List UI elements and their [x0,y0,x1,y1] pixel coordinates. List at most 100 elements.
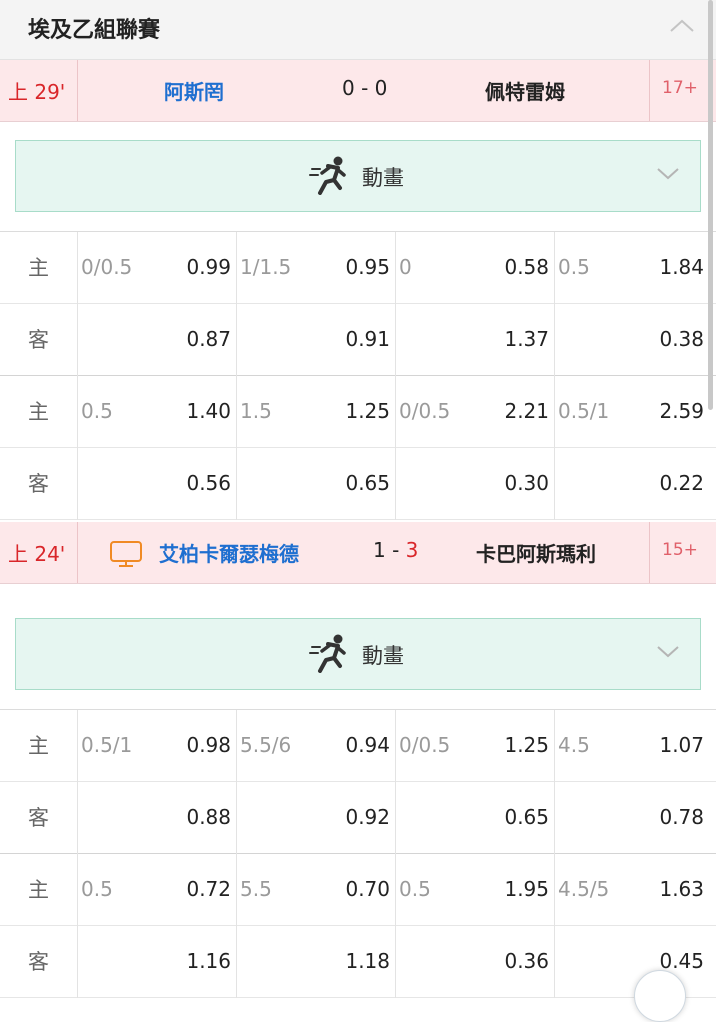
score-away: 0 [374,76,388,100]
odds-cell[interactable]: 0.56 [78,448,237,520]
odds-cell[interactable]: 0.5 1.84 [555,232,714,304]
odds-cell[interactable]: 1.16 [78,926,237,998]
odds-cell[interactable]: 0.22 [555,448,714,520]
chevron-down-icon[interactable] [656,167,680,181]
odds-row-away: 客 1.16 1.18 0.36 0.45 [0,926,716,998]
animation-label: 動畫 [362,644,404,668]
divider [649,60,650,121]
handicap: 0/0.5 [399,399,451,423]
home-label: 主 [0,232,78,304]
handicap: 5.5 [240,877,272,901]
odds-cell[interactable]: 1.18 [237,926,396,998]
odds-cell[interactable]: 0 0.58 [396,232,555,304]
divider [649,522,650,583]
odds-cell[interactable]: 4.5 1.07 [555,710,714,782]
match-row[interactable]: 上 29' 阿斯罔 0 - 0 佩特雷姆 17+ [0,60,716,122]
chevron-up-icon[interactable] [668,16,696,36]
odds-value: 2.21 [504,399,549,423]
handicap: 1/1.5 [240,255,292,279]
odds-value: 1.95 [504,877,549,901]
odds-cell[interactable]: 0.78 [555,782,714,854]
more-markets-count[interactable]: 15+ [662,540,698,560]
chevron-down-icon[interactable] [656,645,680,659]
league-header[interactable]: 埃及乙組聯賽 [0,0,716,60]
odds-cell[interactable]: 0.38 [555,304,714,376]
home-team[interactable]: 阿斯罔 [164,76,224,105]
odds-cell[interactable]: 0.5 0.72 [78,854,237,926]
odds-value: 0.65 [504,805,549,829]
animation-toggle[interactable]: 動畫 [15,140,701,212]
score-home: 0 [342,76,355,100]
away-label: 客 [0,304,78,376]
odds-value: 1.40 [186,399,231,423]
odds-cell[interactable]: 1.37 [396,304,555,376]
odds-cell[interactable]: 5.5/6 0.94 [237,710,396,782]
handicap: 0.5 [558,255,590,279]
match-row[interactable]: 上 24' 艾柏卡爾瑟梅德 1 - 3 卡巴阿斯瑪利 15+ [0,522,716,584]
odds-cell[interactable]: 0/0.5 1.25 [396,710,555,782]
divider [77,60,78,121]
away-team[interactable]: 卡巴阿斯瑪利 [476,538,596,567]
odds-cell[interactable]: 0/0.5 2.21 [396,376,555,448]
odds-cell[interactable]: 5.5 0.70 [237,854,396,926]
odds-cell[interactable]: 0.5 1.95 [396,854,555,926]
odds-cell[interactable]: 1.5 1.25 [237,376,396,448]
handicap: 4.5/5 [558,877,610,901]
odds-cell[interactable]: 0.92 [237,782,396,854]
odds-cell[interactable]: 0.87 [78,304,237,376]
odds-cell[interactable]: 0.5/1 0.98 [78,710,237,782]
score-away: 3 [405,538,419,562]
odds-cell[interactable]: 0.91 [237,304,396,376]
odds-value: 0.58 [504,255,549,279]
odds-cell[interactable]: 0.88 [78,782,237,854]
odds-row-home: 主 0.5 0.72 5.5 0.70 0.5 1.95 4.5/5 1.63 [0,854,716,926]
odds-value: 1.25 [345,399,390,423]
divider [77,522,78,583]
odds-value: 0.94 [345,733,390,757]
odds-row-home: 主 0.5 1.40 1.5 1.25 0/0.5 2.21 0.5/1 2.59 [0,376,716,448]
match-time: 上 24' [8,542,66,566]
odds-cell[interactable]: 0.5/1 2.59 [555,376,714,448]
odds-cell[interactable]: 4.5/5 1.63 [555,854,714,926]
handicap: 0/0.5 [81,255,133,279]
handicap: 4.5 [558,733,590,757]
more-markets-count[interactable]: 17+ [662,78,698,98]
home-team[interactable]: 艾柏卡爾瑟梅德 [159,538,299,567]
odds-value: 0.98 [186,733,231,757]
odds-value: 0.70 [345,877,390,901]
score-separator: - [385,538,406,562]
odds-value: 0.56 [186,471,231,495]
score: 0 - 0 [342,76,387,100]
scroll-top-button[interactable] [634,970,686,1022]
odds-cell[interactable]: 0.30 [396,448,555,520]
animation-toggle[interactable]: 動畫 [15,618,701,690]
odds-cell[interactable]: 0/0.5 0.99 [78,232,237,304]
odds-value: 1.07 [659,733,704,757]
odds-value: 0.92 [345,805,390,829]
odds-cell[interactable]: 1/1.5 0.95 [237,232,396,304]
odds-cell[interactable]: 0.65 [237,448,396,520]
tv-icon[interactable] [109,540,143,568]
away-team[interactable]: 佩特雷姆 [485,76,565,105]
odds-table: 主 0/0.5 0.99 1/1.5 0.95 0 0.58 0.5 1.84 客 0.… [0,231,716,520]
match-time: 上 29' [8,80,66,104]
odds-value: 2.59 [659,399,704,423]
odds-value: 0.36 [504,949,549,973]
odds-value: 0.30 [504,471,549,495]
handicap: 0.5/1 [81,733,133,757]
away-label: 客 [0,448,78,520]
handicap: 0 [399,255,412,279]
odds-cell[interactable]: 0.65 [396,782,555,854]
league-title: 埃及乙組聯賽 [28,18,161,43]
score: 1 - 3 [373,538,418,562]
odds-cell[interactable]: 0.36 [396,926,555,998]
scrollbar[interactable] [708,0,713,410]
odds-cell[interactable]: 0.5 1.40 [78,376,237,448]
score-separator: - [354,76,375,100]
runner-icon [309,634,346,673]
handicap: 5.5/6 [240,733,292,757]
odds-value: 1.37 [504,327,549,351]
odds-value: 0.65 [345,471,390,495]
odds-value: 1.25 [504,733,549,757]
animation-label: 動畫 [362,166,404,190]
